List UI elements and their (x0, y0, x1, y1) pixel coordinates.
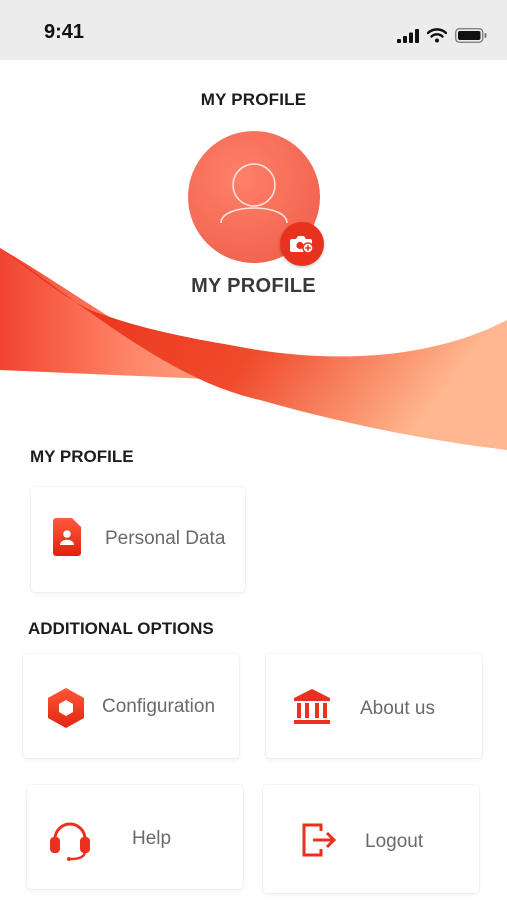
personal-data-label: Personal Data (105, 528, 226, 549)
help-label: Help (132, 828, 172, 849)
section-title-profile: MY PROFILE (30, 447, 134, 466)
status-bar: 9:41 (0, 0, 507, 60)
change-photo-button[interactable] (280, 222, 324, 266)
camera-add-icon (290, 236, 314, 254)
about-us-card[interactable]: About us (266, 654, 482, 758)
logout-icon (302, 823, 337, 857)
battery-icon (455, 28, 487, 43)
headset-icon (50, 822, 90, 861)
logout-label: Logout (365, 831, 424, 852)
configuration-card[interactable]: Configuration (23, 654, 239, 758)
wifi-icon (427, 28, 447, 43)
profile-name: MY PROFILE (191, 275, 316, 297)
logout-card[interactable]: Logout (263, 785, 479, 893)
about-us-label: About us (360, 698, 435, 719)
status-time: 9:41 (44, 21, 85, 43)
personal-data-icon (53, 518, 81, 556)
status-icons (397, 23, 487, 43)
signal-icon (397, 29, 419, 43)
section-title-additional: ADDITIONAL OPTIONS (28, 619, 214, 638)
configuration-label: Configuration (102, 696, 216, 717)
bank-icon (294, 689, 330, 724)
page-title: MY PROFILE (200, 90, 307, 109)
hexagon-icon (48, 688, 84, 728)
help-card[interactable]: Help (27, 785, 243, 889)
personal-data-card[interactable]: Personal Data (31, 487, 245, 592)
